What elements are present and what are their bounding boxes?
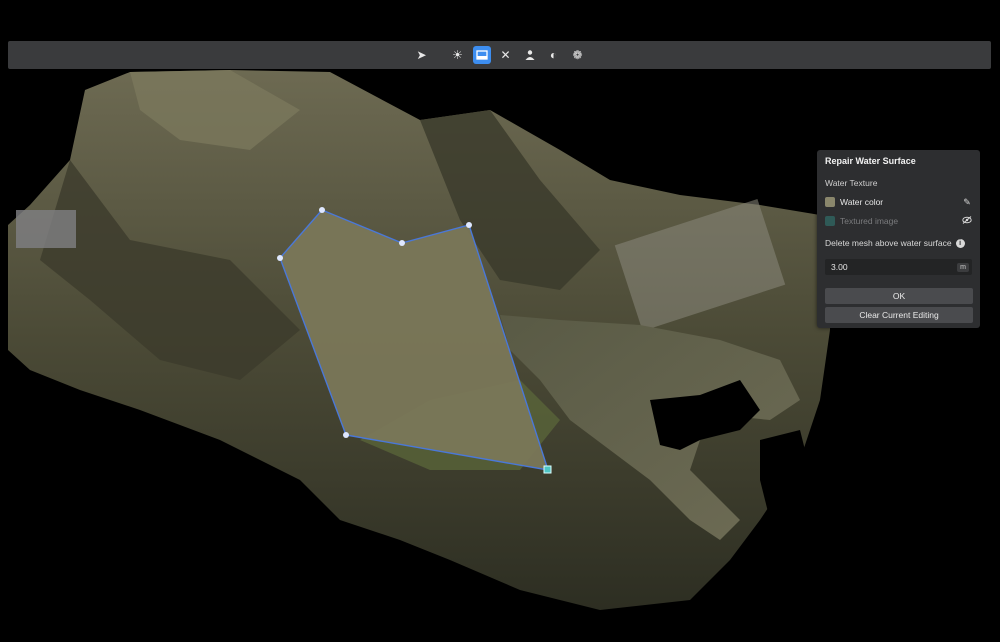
sun-icon[interactable]: ☀ bbox=[449, 46, 467, 64]
water-surface-icon[interactable] bbox=[472, 46, 491, 64]
shading-icon[interactable]: ◐ bbox=[545, 46, 563, 64]
delete-mesh-label: Delete mesh above water surface bbox=[825, 238, 952, 248]
select-arrow-icon[interactable]: ➤ bbox=[413, 46, 431, 64]
textured-image-label: Textured image bbox=[840, 216, 899, 226]
height-input-field[interactable]: m bbox=[825, 259, 972, 275]
selection-vertex-active bbox=[543, 465, 552, 474]
unit-label: m bbox=[957, 262, 969, 272]
panel-title: Repair Water Surface bbox=[825, 156, 916, 166]
repair-water-surface-panel: Repair Water Surface Water Texture Water… bbox=[817, 150, 980, 328]
delete-mesh-label-row: Delete mesh above water surface i bbox=[825, 238, 965, 248]
close-icon[interactable]: ✕ bbox=[497, 46, 515, 64]
selection-vertex bbox=[466, 222, 472, 228]
ok-button[interactable]: OK bbox=[825, 288, 973, 304]
model-icon[interactable]: ❁ bbox=[569, 46, 587, 64]
water-color-option[interactable]: Water color ✎ bbox=[825, 195, 973, 209]
water-texture-label: Water Texture bbox=[825, 178, 878, 188]
selection-vertex bbox=[399, 240, 405, 246]
clear-current-editing-button[interactable]: Clear Current Editing bbox=[825, 307, 973, 323]
water-color-label: Water color bbox=[840, 197, 884, 207]
pencil-icon[interactable]: ✎ bbox=[961, 197, 973, 208]
textured-image-option[interactable]: Textured image bbox=[825, 214, 973, 228]
building-left bbox=[16, 210, 76, 248]
selection-vertex bbox=[319, 207, 325, 213]
selection-vertex bbox=[277, 255, 283, 261]
person-icon[interactable] bbox=[521, 46, 539, 64]
height-input[interactable] bbox=[825, 261, 958, 273]
eye-off-icon[interactable] bbox=[961, 216, 973, 226]
selection-vertex bbox=[343, 432, 349, 438]
info-icon[interactable]: i bbox=[955, 238, 965, 248]
missing-mesh-hole bbox=[760, 430, 810, 520]
top-toolbar: ➤ ☀ ✕ ◐ ❁ bbox=[8, 41, 991, 69]
water-color-swatch[interactable] bbox=[825, 197, 835, 207]
textured-image-swatch bbox=[825, 216, 835, 226]
